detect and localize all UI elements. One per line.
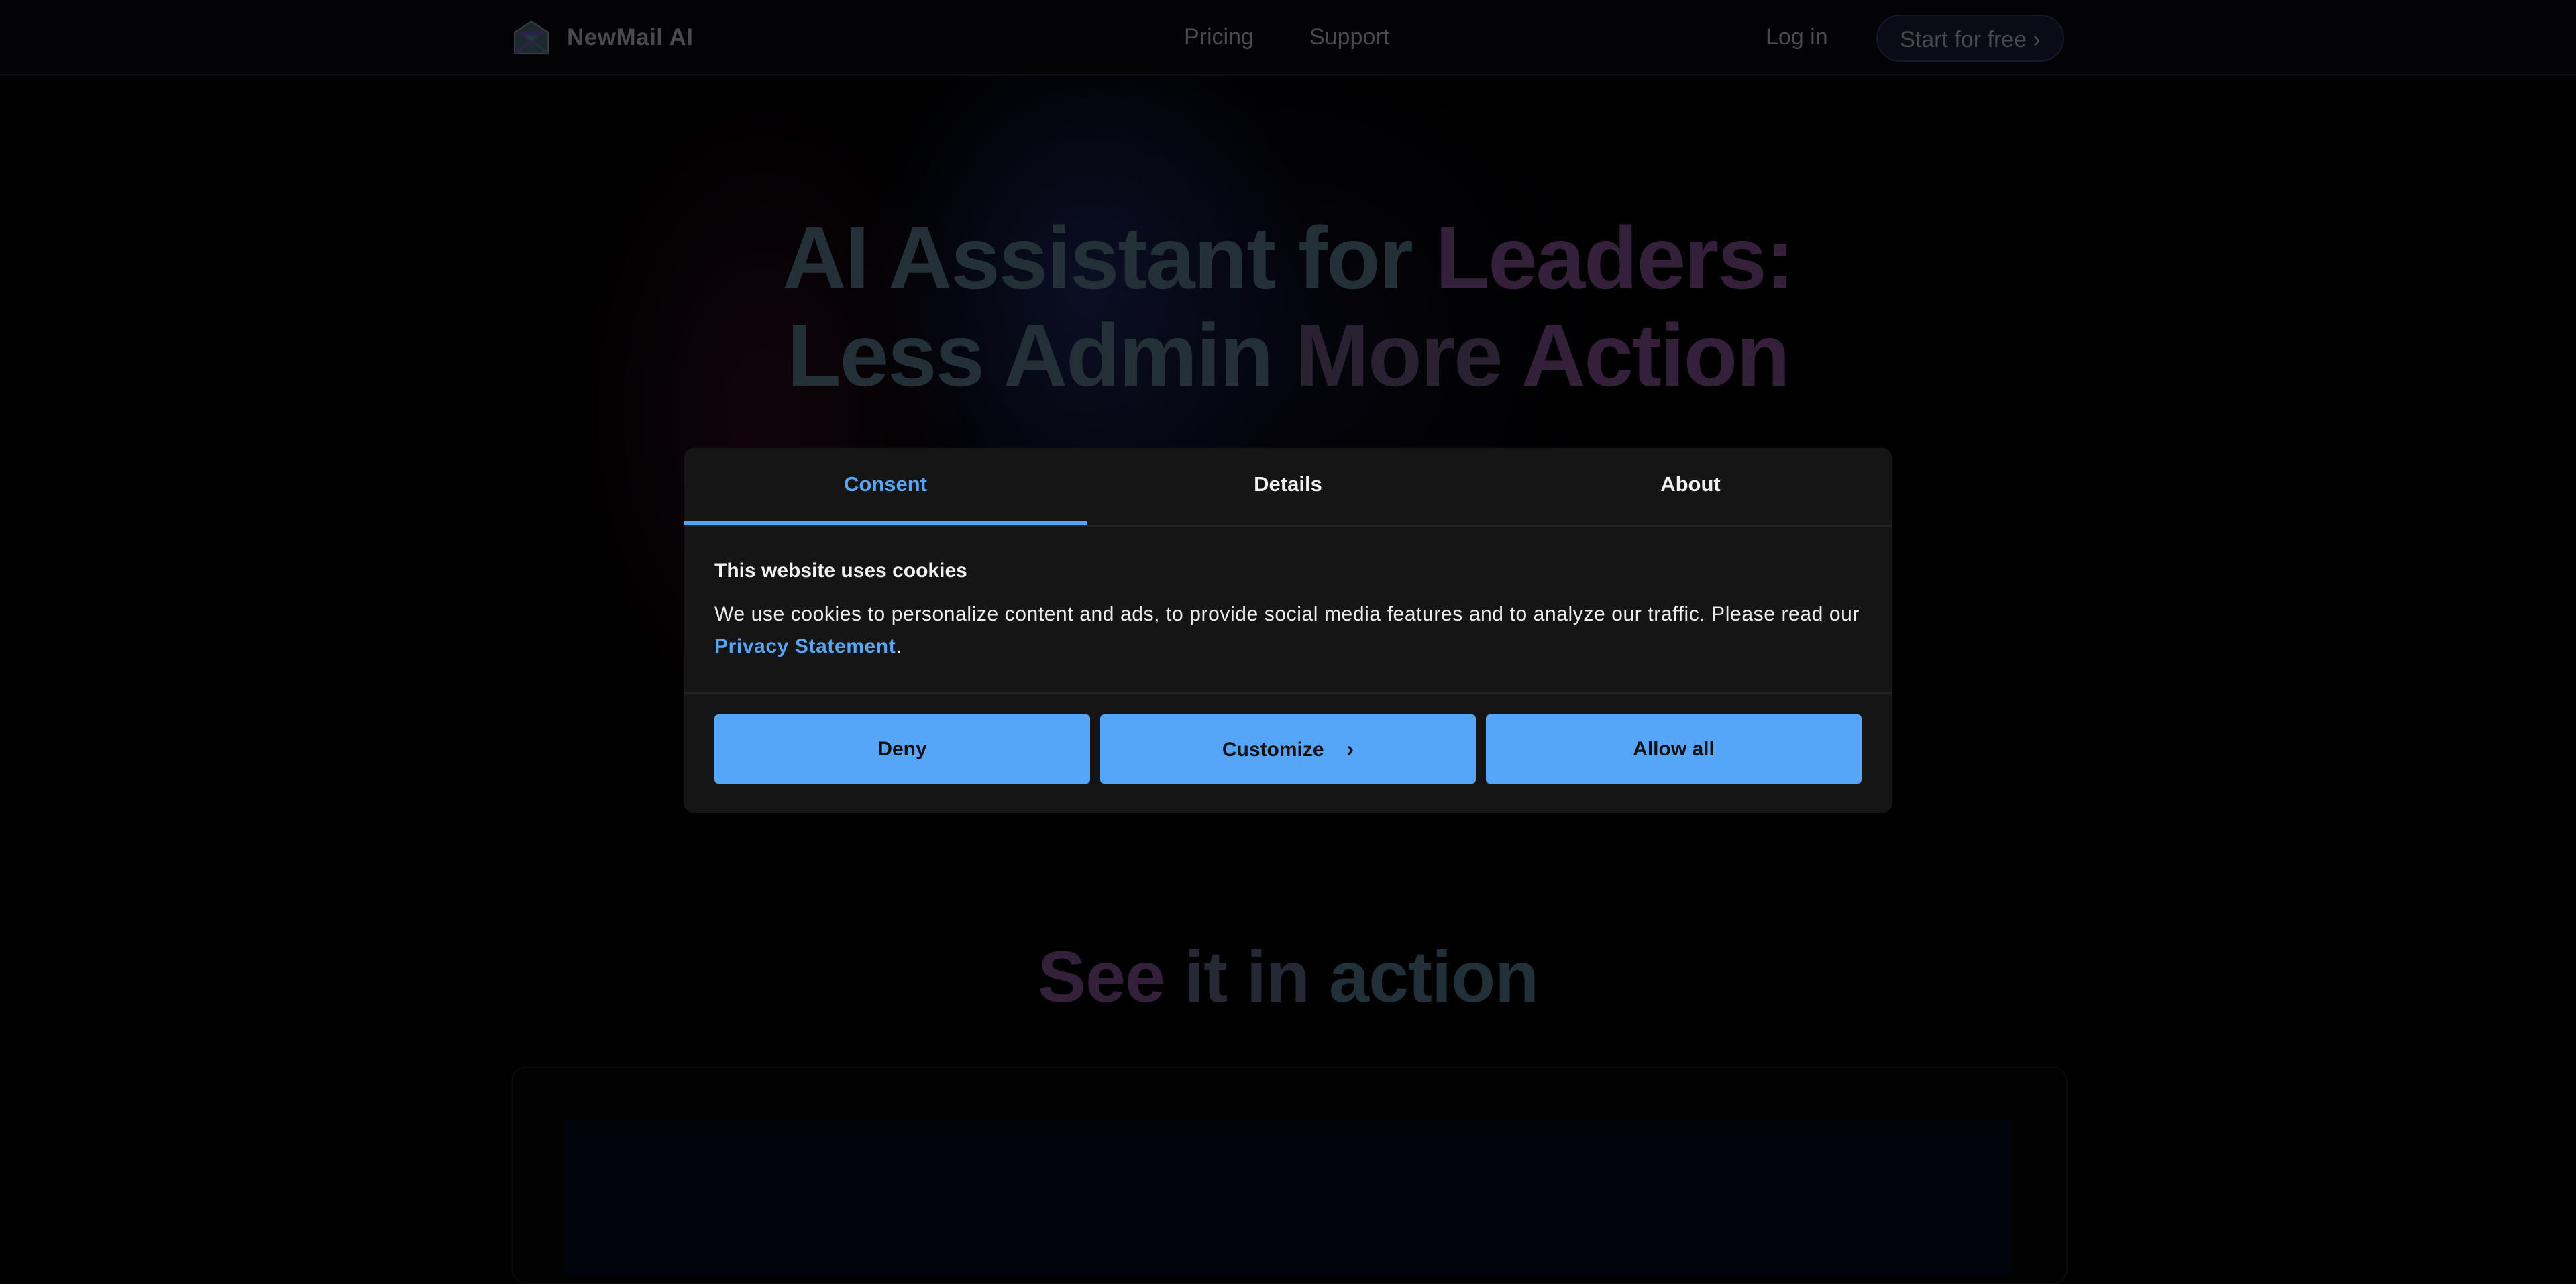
allow-all-button[interactable]: Allow all [1486,714,1862,784]
login-link[interactable]: Log in [1766,24,1828,50]
cookie-text-end: . [896,635,902,657]
tab-consent[interactable]: Consent [684,448,1087,525]
allow-all-button-label: Allow all [1633,738,1715,760]
section-title-segment: it in [1184,936,1330,1017]
chevron-right-icon: › [1346,737,1354,761]
nav-pricing[interactable]: Pricing [1184,24,1254,50]
section-title: See it in action [0,934,2576,1018]
tab-details[interactable]: Details [1087,448,1489,525]
cookie-text-body: We use cookies to personalize content an… [714,603,1860,625]
active-tab-indicator [684,521,1087,525]
demo-video-screen[interactable] [564,1120,2012,1275]
cookie-dialog-title: This website uses cookies [714,559,967,582]
brand-name[interactable]: NewMail AI [567,24,693,51]
hero-title-segment: AI Assistant for [782,209,1436,307]
cookie-consent-dialog: Consent Details About This website uses … [684,448,1892,813]
cookie-dialog-text: We use cookies to personalize content an… [714,598,1865,663]
section-title-segment: See [1037,936,1185,1017]
deny-button[interactable]: Deny [714,714,1090,784]
envelope-logo-icon[interactable] [513,20,549,55]
hero-title: AI Assistant for Leaders: Less Admin Mor… [0,209,2576,404]
privacy-statement-link[interactable]: Privacy Statement [714,635,896,657]
deny-button-label: Deny [877,738,927,760]
section-title-segment: action [1329,936,1539,1017]
start-for-free-button[interactable]: Start for free › [1876,15,2064,62]
hero-title-segment: Action [1521,306,1790,405]
hero-title-segment: Less Admin [787,306,1296,405]
tab-about[interactable]: About [1489,448,1892,525]
customize-button[interactable]: Customize › [1100,714,1476,784]
cookie-tabs: Consent Details About [684,448,1892,527]
hero-title-segment: More [1295,306,1522,405]
hero-title-segment: Leaders: [1435,209,1795,307]
divider [684,692,1892,694]
customize-button-label: Customize [1222,739,1324,761]
nav-support[interactable]: Support [1309,24,1389,50]
site-header: NewMail AI Pricing Support Log in Start … [0,0,2576,76]
